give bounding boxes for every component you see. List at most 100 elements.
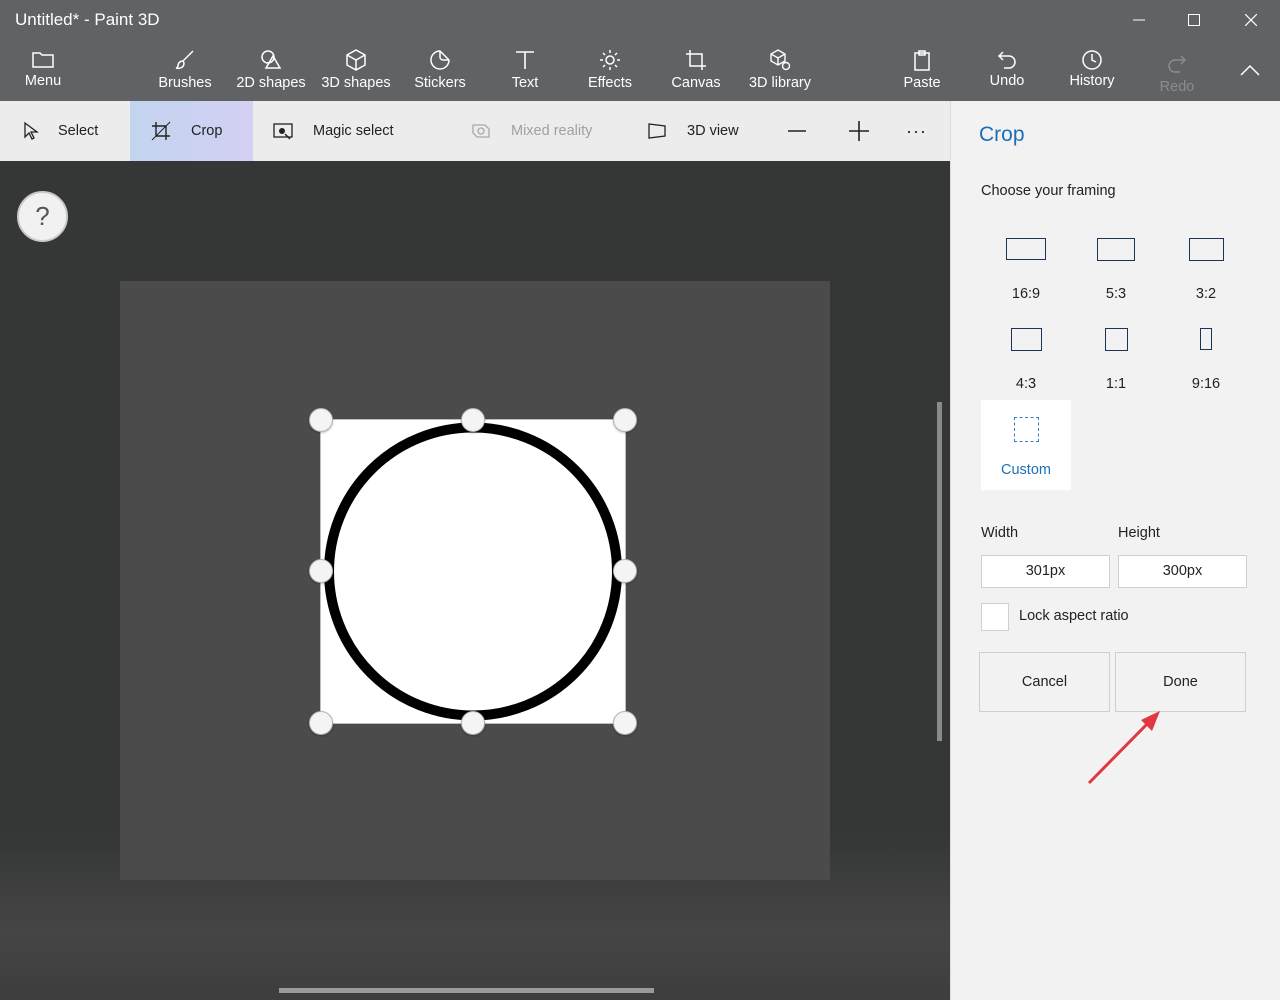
- 3d-library-icon: [770, 49, 791, 71]
- horizontal-scrollbar[interactable]: [279, 988, 654, 993]
- framing-9-16[interactable]: 9:16: [1161, 316, 1251, 406]
- annotation-arrow-icon: [1087, 711, 1160, 785]
- redo-icon: [1168, 55, 1187, 73]
- paste-button[interactable]: Paste: [899, 48, 945, 96]
- help-button[interactable]: ?: [17, 191, 68, 242]
- collapse-toolbar-button[interactable]: [1236, 56, 1264, 84]
- maximize-icon: [1188, 14, 1200, 26]
- minimize-icon: [1133, 19, 1145, 21]
- square-icon: [1104, 327, 1128, 351]
- framing-custom[interactable]: Custom: [981, 400, 1071, 490]
- 3d-view-tool[interactable]: 3D view: [647, 101, 757, 161]
- crop-handle-top-left[interactable]: [309, 408, 333, 432]
- secondary-toolbar: Select Crop Magic select Mixed reality 3…: [0, 101, 950, 161]
- close-icon: [1245, 14, 1257, 26]
- rect-9-16-icon: [1200, 328, 1212, 350]
- lock-aspect-checkbox[interactable]: [981, 603, 1009, 631]
- stickers-button[interactable]: Stickers: [410, 48, 470, 96]
- crop-handle-top-right[interactable]: [613, 408, 637, 432]
- crop-handle-left[interactable]: [309, 559, 333, 583]
- circle-drawing: [324, 422, 622, 721]
- 3d-library-label: 3D library: [748, 75, 812, 91]
- width-label: Width: [981, 525, 1019, 541]
- zoom-in-button[interactable]: [849, 101, 873, 161]
- effects-button[interactable]: Effects: [583, 48, 637, 96]
- sun-icon: [600, 50, 620, 70]
- cursor-icon: [24, 121, 39, 140]
- select-label: Select: [58, 123, 99, 139]
- rect-16-9-icon: [1006, 238, 1046, 260]
- clipboard-icon: [914, 50, 930, 71]
- 3d-view-label: 3D view: [687, 123, 739, 139]
- brush-icon: [175, 50, 194, 70]
- menu-button[interactable]: Menu: [18, 48, 68, 96]
- canvas-icon: [686, 50, 706, 70]
- undo-label: Undo: [989, 73, 1025, 89]
- magic-select-tool[interactable]: Magic select: [273, 101, 423, 161]
- stickers-label: Stickers: [414, 75, 466, 91]
- menu-label: Menu: [24, 73, 62, 89]
- cancel-button[interactable]: Cancel: [979, 652, 1110, 712]
- vertical-scrollbar[interactable]: [937, 402, 942, 741]
- folder-icon: [32, 52, 54, 68]
- text-icon: [516, 51, 534, 69]
- maximize-button[interactable]: [1179, 6, 1209, 34]
- done-button[interactable]: Done: [1115, 652, 1246, 712]
- history-label: History: [1069, 73, 1115, 89]
- effects-label: Effects: [587, 75, 633, 91]
- 3d-shapes-label: 3D shapes: [321, 75, 391, 91]
- crop-handle-bottom-right[interactable]: [613, 711, 637, 735]
- canvas-document[interactable]: [320, 419, 626, 724]
- minimize-button[interactable]: [1124, 6, 1154, 34]
- canvas-button[interactable]: Canvas: [669, 48, 723, 96]
- crop-label: Crop: [191, 123, 223, 139]
- select-tool[interactable]: Select: [22, 101, 130, 161]
- framing-label-1-1: 1:1: [1105, 376, 1127, 392]
- sticker-icon: [430, 50, 450, 70]
- close-button[interactable]: [1236, 6, 1266, 34]
- height-input[interactable]: 300px: [1118, 555, 1247, 588]
- done-label: Done: [1163, 674, 1198, 690]
- crop-tool[interactable]: Crop: [130, 101, 253, 161]
- framing-3-2[interactable]: 3:2: [1161, 226, 1251, 316]
- magic-select-icon: [273, 123, 293, 140]
- more-options-button[interactable]: ···: [906, 101, 936, 161]
- crop-panel: Crop Choose your framing 16:9 5:3 3:2 4:…: [950, 101, 1280, 1000]
- framing-label-16-9: 16:9: [1011, 286, 1041, 302]
- 2d-shapes-icon: [261, 50, 282, 69]
- mixed-reality-icon: [472, 124, 490, 138]
- framing-1-1[interactable]: 1:1: [1071, 316, 1161, 406]
- redo-button[interactable]: Redo: [1156, 52, 1198, 100]
- width-input[interactable]: 301px: [981, 555, 1110, 588]
- framing-4-3[interactable]: 4:3: [981, 316, 1071, 406]
- zoom-out-button[interactable]: [787, 101, 811, 161]
- rect-5-3-icon: [1097, 237, 1135, 261]
- text-label: Text: [511, 75, 539, 91]
- plus-icon: [849, 121, 869, 141]
- framing-5-3[interactable]: 5:3: [1071, 226, 1161, 316]
- window-title: Untitled* - Paint 3D: [15, 10, 160, 29]
- lock-aspect-label: Lock aspect ratio: [1019, 608, 1129, 624]
- 2d-shapes-button[interactable]: 2D shapes: [234, 48, 308, 96]
- crop-icon: [151, 121, 171, 141]
- title-toolbar-area: Untitled* - Paint 3D Menu Brushes 2D sha…: [0, 0, 1280, 101]
- panel-title: Crop: [979, 123, 1025, 146]
- framing-label-custom: Custom: [1001, 462, 1051, 478]
- question-icon: ?: [35, 201, 50, 231]
- brushes-button[interactable]: Brushes: [155, 48, 215, 96]
- undo-button[interactable]: Undo: [986, 48, 1028, 96]
- history-button[interactable]: History: [1066, 48, 1118, 96]
- 3d-shapes-button[interactable]: 3D shapes: [319, 48, 393, 96]
- 3d-library-button[interactable]: 3D library: [744, 48, 816, 96]
- magic-select-label: Magic select: [313, 123, 394, 139]
- history-icon: [1082, 50, 1102, 70]
- framing-label: Choose your framing: [981, 183, 1116, 199]
- text-button[interactable]: Text: [500, 48, 550, 96]
- framing-label-3-2: 3:2: [1195, 286, 1217, 302]
- mixed-reality-tool[interactable]: Mixed reality: [471, 101, 621, 161]
- crop-handle-bottom[interactable]: [461, 711, 485, 735]
- crop-handle-right[interactable]: [613, 559, 637, 583]
- crop-handle-top[interactable]: [461, 408, 485, 432]
- framing-16-9[interactable]: 16:9: [981, 226, 1071, 316]
- crop-handle-bottom-left[interactable]: [309, 711, 333, 735]
